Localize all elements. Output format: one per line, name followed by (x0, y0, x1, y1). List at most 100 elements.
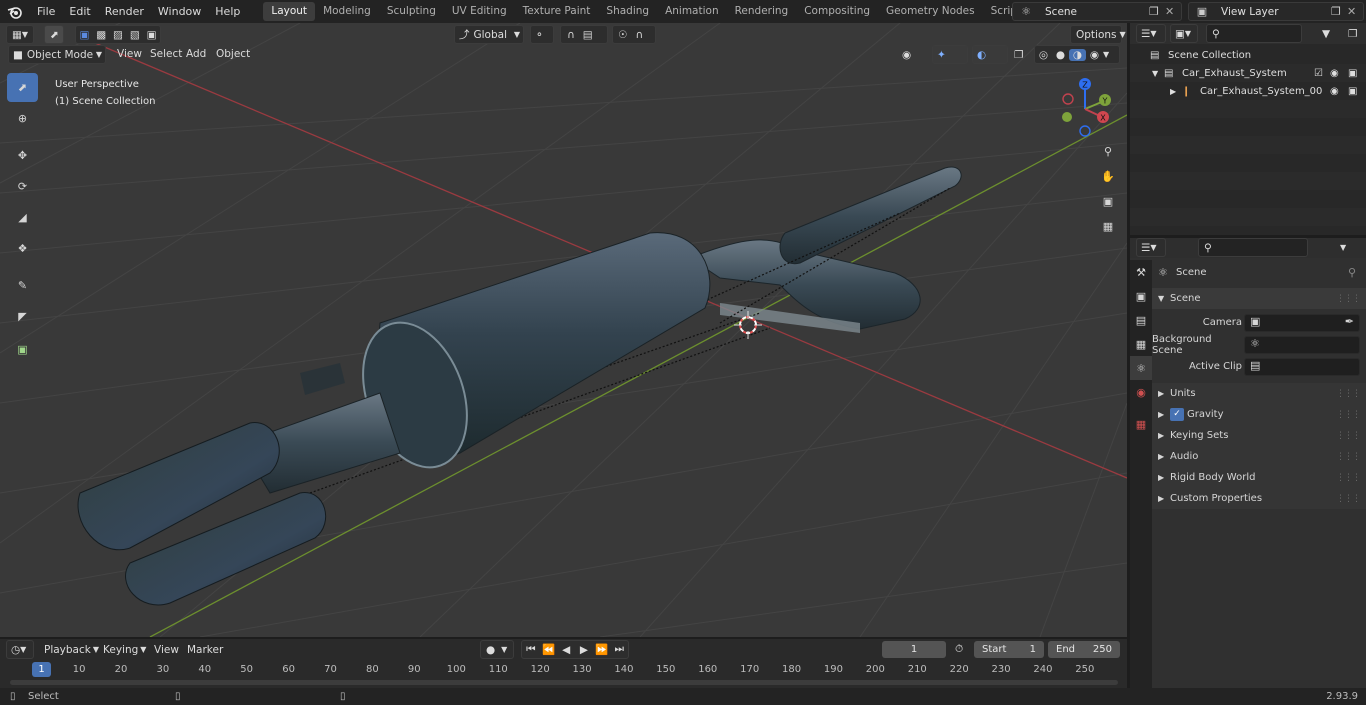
audio-panel-header[interactable]: ▶ Audio ⋮⋮⋮ (1152, 446, 1366, 467)
mode-dropdown[interactable]: ■ Object Mode ▼ (8, 45, 106, 64)
menu-view[interactable]: View (112, 46, 147, 63)
prev-keyframe-icon[interactable]: ⏪ (540, 643, 558, 656)
menu-edit[interactable]: Edit (62, 0, 97, 23)
eye-icon[interactable]: ◉ (1330, 68, 1348, 79)
pivot-point-dropdown[interactable]: ⚬ (530, 25, 554, 44)
current-frame-field[interactable]: 1 (882, 641, 946, 658)
camera-render-icon[interactable]: ▣ (1348, 68, 1366, 79)
blender-logo-icon[interactable] (0, 0, 30, 23)
drag-handle-icon[interactable]: ⋮⋮⋮ (1336, 494, 1361, 504)
expand-arrow-icon[interactable]: ▶ (1170, 87, 1182, 96)
outliner-row-collection[interactable]: ▼ ▤ Car_Exhaust_System ☑ ◉ ▣ (1130, 64, 1366, 82)
menu-window[interactable]: Window (151, 0, 208, 23)
tab-compositing[interactable]: Compositing (796, 2, 878, 21)
select-invert-icon[interactable]: ▧ (126, 29, 143, 41)
options-dropdown[interactable]: Options ▼ (1070, 25, 1126, 44)
playback-menu[interactable]: Playback ▼ (40, 640, 99, 659)
scene-selector[interactable]: ⚛ Scene ❐ ✕ (1012, 2, 1182, 21)
xray-toggle-button[interactable]: ❐ (1014, 45, 1032, 64)
neg-x-handle[interactable] (1062, 93, 1074, 105)
exhaust-tips[interactable] (77, 363, 401, 606)
background-scene-field[interactable]: ⚛ (1244, 335, 1360, 354)
solid-shading-icon[interactable]: ● (1052, 49, 1069, 61)
keying-sets-panel-header[interactable]: ▶ Keying Sets ⋮⋮⋮ (1152, 425, 1366, 446)
gizmo-toggle-button[interactable]: ✦ (932, 45, 968, 64)
select-extend-icon[interactable]: ▩ (93, 29, 110, 41)
filter-button[interactable]: ▼ (1318, 24, 1346, 43)
snapping-button[interactable]: ∩ ▤ (560, 25, 608, 44)
end-frame-field[interactable]: End 250 (1048, 641, 1120, 658)
camera-field[interactable]: ▣ ✒ (1244, 313, 1360, 332)
select-tool-button[interactable]: ⬈ (44, 25, 64, 44)
timeline-scrollbar[interactable] (10, 680, 1118, 685)
annotate-tool[interactable]: ✎ (7, 271, 38, 300)
editor-type-button[interactable]: ☰ ▼ (1136, 238, 1166, 257)
menu-render[interactable]: Render (98, 0, 151, 23)
duplicate-layer-icon[interactable]: ❐ (1331, 5, 1347, 18)
overlays-toggle-button[interactable]: ◐ (972, 45, 1008, 64)
tab-uv-editing[interactable]: UV Editing (444, 2, 515, 21)
marker-menu[interactable]: Marker (183, 640, 223, 659)
menu-object[interactable]: Object (211, 46, 255, 63)
outliner-row-object[interactable]: ▶ ❙ Car_Exhaust_System_00 ◉ ▣ (1130, 82, 1366, 100)
ortho-toggle-button[interactable]: ▦ (1097, 215, 1119, 237)
menu-add[interactable]: Add (181, 46, 211, 63)
proportional-editing-button[interactable]: ☉ ∩ (612, 25, 656, 44)
custom-properties-panel-header[interactable]: ▶ Custom Properties ⋮⋮⋮ (1152, 488, 1366, 509)
wireframe-shading-icon[interactable]: ◎ (1035, 49, 1052, 61)
tab-output[interactable]: ▤ (1130, 308, 1152, 332)
tab-tool[interactable]: ⚒ (1130, 260, 1152, 284)
material-shading-icon[interactable]: ◑ (1069, 48, 1086, 61)
tab-animation[interactable]: Animation (657, 2, 727, 21)
next-keyframe-icon[interactable]: ⏩ (593, 643, 611, 656)
visibility-filter-button[interactable]: ◉ (902, 45, 928, 64)
gravity-checkbox[interactable]: ✓ (1170, 408, 1184, 421)
view-layer-selector[interactable]: ▣ View Layer ❐ ✕ (1188, 2, 1364, 21)
eye-icon[interactable]: ◉ (1330, 86, 1348, 97)
properties-search-input[interactable]: ⚲ (1198, 238, 1308, 257)
menu-file[interactable]: File (30, 0, 62, 23)
navigation-gizmo[interactable]: Z Y X (1052, 73, 1122, 143)
display-mode-button[interactable]: ▣ ▼ (1170, 24, 1198, 43)
tab-view-layer[interactable]: ▦ (1130, 332, 1152, 356)
measure-tool[interactable]: ◤ (7, 302, 38, 331)
play-reverse-icon[interactable]: ◀ (557, 644, 575, 656)
start-frame-field[interactable]: Start 1 (974, 641, 1044, 658)
outliner-search-input[interactable]: ⚲ (1206, 24, 1302, 43)
3d-viewport[interactable]: ▦ ▼ ⬈ ▣ ▩ ▨ ▧ ▣ ⤴ Global ▼ ⚬ ∩ ▤ ☉ ∩ Option… (0, 23, 1127, 637)
tab-sculpting[interactable]: Sculpting (379, 2, 444, 21)
add-cube-tool[interactable]: ▣ (7, 335, 38, 364)
drag-handle-icon[interactable]: ⋮⋮⋮ (1336, 410, 1361, 420)
new-collection-button[interactable]: ❐ (1348, 24, 1364, 43)
tab-modeling[interactable]: Modeling (315, 2, 379, 21)
select-intersect-icon[interactable]: ▣ (143, 29, 160, 41)
editor-type-button[interactable]: ◷ ▼ (6, 640, 34, 659)
timeline-view-menu[interactable]: View (150, 640, 180, 659)
select-box-tool[interactable]: ⬈ (7, 73, 38, 102)
editor-type-button[interactable]: ▦ ▼ (6, 25, 34, 44)
close-icon[interactable]: ✕ (1347, 5, 1363, 18)
zoom-view-button[interactable]: ⚲ (1097, 140, 1119, 162)
scale-tool[interactable]: ◢ (7, 203, 38, 232)
exclude-checkbox[interactable]: ☑ (1314, 68, 1330, 79)
tab-rendering[interactable]: Rendering (727, 2, 797, 21)
tab-scene[interactable]: ⚛ (1130, 356, 1152, 380)
cursor-tool[interactable]: ⊕ (7, 104, 38, 133)
gravity-panel-header[interactable]: ▶ ✓ Gravity ⋮⋮⋮ (1152, 404, 1366, 425)
exhaust-rear-pipe[interactable] (688, 166, 962, 333)
drag-handle-icon[interactable]: ⋮⋮⋮ (1336, 473, 1361, 483)
duplicate-scene-icon[interactable]: ❐ (1149, 5, 1165, 18)
close-icon[interactable]: ✕ (1165, 5, 1181, 18)
keying-menu[interactable]: Keying ▼ (99, 640, 147, 659)
neg-z-handle[interactable] (1079, 125, 1091, 137)
jump-end-icon[interactable]: ⏭ (610, 643, 628, 656)
viewport-scene[interactable] (0, 23, 1127, 637)
tab-render[interactable]: ▣ (1130, 284, 1152, 308)
tab-layout[interactable]: Layout (263, 2, 316, 21)
frame-ruler[interactable]: 1 10 20 30 40 50 60 70 80 90 100 110 120 130 140 150 16… (0, 662, 1127, 679)
pan-view-button[interactable]: ✋ (1097, 165, 1119, 187)
drag-handle-icon[interactable]: ⋮⋮⋮ (1336, 431, 1361, 441)
jump-start-icon[interactable]: ⏮ (522, 643, 540, 656)
use-preview-range-button[interactable]: ⏱ (952, 640, 972, 659)
drag-handle-icon[interactable]: ⋮⋮⋮ (1336, 452, 1361, 462)
